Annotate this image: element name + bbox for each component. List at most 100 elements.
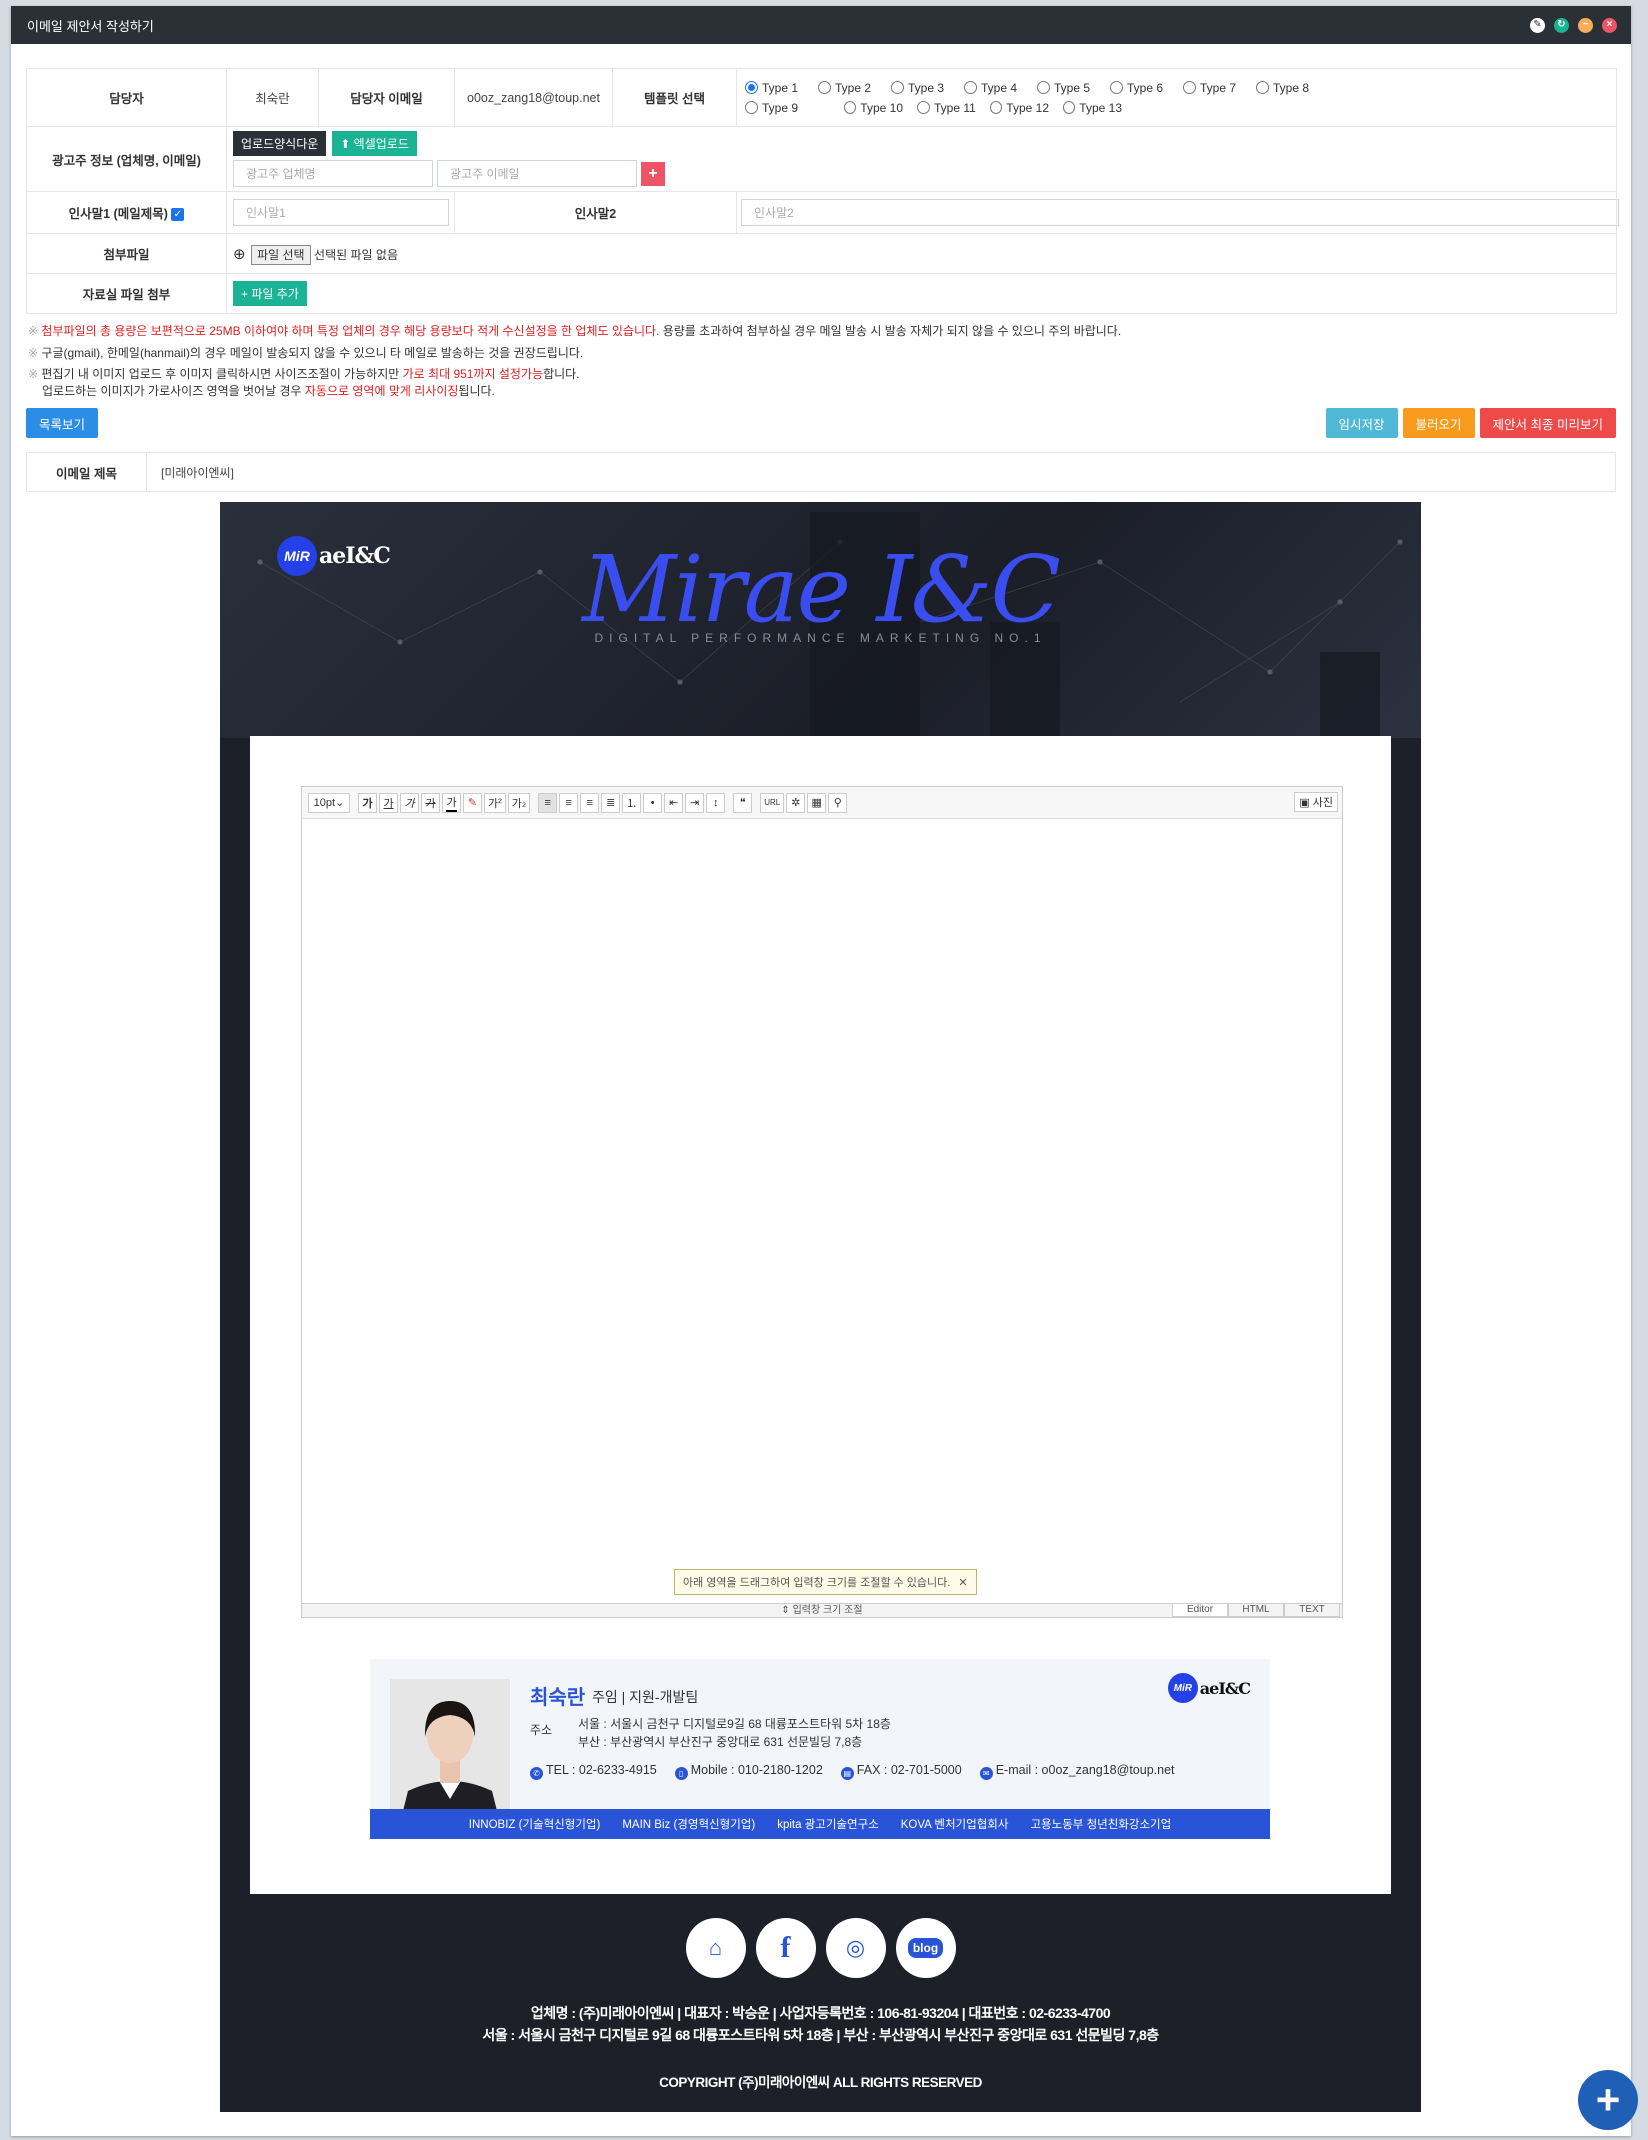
mode-text-tab[interactable]: TEXT <box>1284 1603 1340 1617</box>
find-icon[interactable]: ⚲ <box>828 792 848 813</box>
note-line-1-red: 첨부파일의 총 용량은 보편적으로 25MB 이하여야 하며 특정 업체의 경우… <box>41 324 660 338</box>
email-preview: MiR aeI&C Mirae I&C DIGITAL PERFORMANCE … <box>220 502 1421 2112</box>
align-right-icon[interactable]: ≡ <box>580 792 600 813</box>
signature-mobile: ▯ Mobile : 010-2180-1202 <box>674 1763 823 1780</box>
floating-add-button[interactable]: + <box>1578 2070 1638 2130</box>
superscript-button[interactable]: 가² <box>484 792 506 813</box>
close-icon[interactable]: × <box>1602 17 1617 33</box>
strike-label: 가 <box>425 797 436 810</box>
list-button[interactable]: 목록보기 <box>26 408 99 438</box>
advertiser-name-input[interactable]: 광고주 업체명 <box>233 160 433 187</box>
note-line-3-b: 합니다. <box>543 367 580 381</box>
proposal-form-table: 담당자 최숙란 담당자 이메일 o0oz_zang18@toup.net 템플릿… <box>26 68 1619 314</box>
template-radio-5[interactable]: Type 5 <box>1037 81 1096 95</box>
minimize-icon[interactable]: − <box>1578 17 1593 33</box>
refresh-icon[interactable]: ↻ <box>1554 17 1569 33</box>
load-button[interactable]: 불러오기 <box>1402 408 1475 438</box>
photo-icon: ▣ <box>1299 796 1310 809</box>
signature-address-seoul: 서울 : 서울시 금천구 디지털로9길 68 대륭포스트타워 5차 18층 <box>578 1717 891 1731</box>
radio-circle-icon <box>1183 81 1196 94</box>
add-circle-icon[interactable]: ⊕ <box>233 246 246 263</box>
signature-fax: ▤ FAX : 02-701-5000 <box>840 1763 962 1780</box>
font-size-select[interactable]: 10pt ⌄ <box>308 792 350 813</box>
cert-kpita: kpita 광고기술연구소 <box>777 1819 879 1831</box>
blog-icon[interactable]: blog <box>895 1918 956 1978</box>
excel-upload-button[interactable]: ⬆ 엑셀업로드 <box>332 131 417 156</box>
mode-editor-tab[interactable]: Editor <box>1172 1603 1228 1617</box>
template-radio-label: Type 5 <box>1054 80 1091 95</box>
template-radio-3[interactable]: Type 3 <box>891 81 950 95</box>
note-mark: ※ <box>28 367 39 381</box>
radio-circle-icon <box>745 81 758 94</box>
photo-button[interactable]: ▣ 사진 <box>1294 792 1338 812</box>
pin-icon[interactable]: ✎ <box>1530 17 1545 33</box>
ordered-list-icon[interactable]: ⒈ <box>622 792 642 813</box>
add-file-label: 파일 추가 <box>251 287 299 301</box>
upload-form-download-button[interactable]: 업로드양식다운 <box>233 131 327 156</box>
strikethrough-button[interactable]: 가 <box>421 792 440 813</box>
unordered-list-icon[interactable]: • <box>643 792 663 813</box>
cert-kova: KOVA 벤처기업협회사 <box>900 1819 1009 1831</box>
template-radio-10[interactable]: Type 10 <box>844 101 903 115</box>
add-advertiser-button[interactable]: + <box>641 161 665 186</box>
template-radio-9[interactable]: Type 9 <box>745 101 804 115</box>
mode-html-tab[interactable]: HTML <box>1228 1603 1284 1617</box>
note-line-4: 업로드하는 이미지가 가로사이즈 영역을 벗어날 경우 자동으로 영역에 맞게 … <box>28 383 1616 400</box>
preview-hero: MiR aeI&C Mirae I&C DIGITAL PERFORMANCE … <box>220 502 1421 738</box>
outdent-icon[interactable]: ⇤ <box>664 792 684 813</box>
link-icon[interactable]: URL <box>760 792 785 813</box>
brand-title: Mirae I&C <box>582 536 1061 643</box>
quote-icon[interactable]: ❝ <box>733 792 753 813</box>
superscript-label: 가 <box>488 797 499 810</box>
final-preview-button[interactable]: 제안서 최종 미리보기 <box>1479 408 1616 438</box>
template-radio-label: Type 9 <box>762 100 799 115</box>
bold-button[interactable]: 가 <box>358 792 377 813</box>
subscript-button[interactable]: 가₂ <box>507 792 531 813</box>
rich-text-editor[interactable]: 10pt ⌄ 가 가 가 가 가 ✎ 가² 가₂ ≡ ≡ ≡ ≣ ⒈ • ⇤ ⇥… <box>301 786 1343 1618</box>
signature-address-busan: 부산 : 부산광역시 부산진구 중앙대로 631 선문빌딩 7,8층 <box>578 1735 863 1749</box>
template-radio-12[interactable]: Type 12 <box>990 101 1049 115</box>
underline-button[interactable]: 가 <box>379 792 398 813</box>
email-subject-row: 이메일 제목 [미래아이엔씨] <box>26 452 1616 492</box>
italic-button[interactable]: 가 <box>400 792 419 813</box>
greeting2-cell: 인사말2 <box>736 191 1619 234</box>
radio-circle-icon <box>844 101 857 114</box>
greeting1-input[interactable]: 인사말1 <box>233 199 449 226</box>
table-icon[interactable]: ▦ <box>807 792 827 813</box>
align-center-icon[interactable]: ≡ <box>559 792 579 813</box>
template-radio-8[interactable]: Type 8 <box>1256 81 1315 95</box>
footer-company-info: 업체명 : (주)미래아이엔씨 | 대표자 : 박승운 | 사업자등록번호 : … <box>530 2005 1111 2021</box>
temp-save-button[interactable]: 임시저장 <box>1325 408 1398 438</box>
indent-icon[interactable]: ⇥ <box>685 792 705 813</box>
greeting2-input[interactable]: 인사말2 <box>741 199 1619 226</box>
signature-mobile-text: Mobile : 010-2180-1202 <box>690 1763 823 1777</box>
add-file-button[interactable]: + 파일 추가 <box>233 281 307 306</box>
email-subject-value[interactable]: [미래아이엔씨] <box>147 464 234 481</box>
align-left-icon[interactable]: ≡ <box>538 792 558 813</box>
template-radio-4[interactable]: Type 4 <box>964 81 1023 95</box>
template-radio-13[interactable]: Type 13 <box>1063 101 1122 115</box>
align-justify-icon[interactable]: ≣ <box>601 792 621 813</box>
template-radio-11[interactable]: Type 11 <box>917 101 976 115</box>
home-icon[interactable]: ⌂ <box>685 1918 746 1978</box>
upload-icon: ⬆ <box>340 137 354 151</box>
template-radio-1[interactable]: Type 1 <box>745 81 804 95</box>
greeting1-checkbox[interactable]: ✓ <box>171 208 185 222</box>
close-tooltip-icon[interactable]: ✕ <box>958 1576 967 1589</box>
file-select-button[interactable]: 파일 선택 <box>251 244 311 265</box>
template-radio-6[interactable]: Type 6 <box>1110 81 1169 95</box>
facebook-icon[interactable]: f <box>755 1918 816 1978</box>
blog-label: blog <box>907 1938 944 1958</box>
italic-label: 가 <box>404 797 415 810</box>
line-height-icon[interactable]: ↕ <box>706 792 726 813</box>
fax-icon: ▤ <box>840 1767 854 1780</box>
advertiser-email-input[interactable]: 광고주 이메일 <box>437 160 637 187</box>
instagram-icon[interactable]: ◎ <box>825 1918 886 1978</box>
template-radio-7[interactable]: Type 7 <box>1183 81 1242 95</box>
template-radio-2[interactable]: Type 2 <box>818 81 877 95</box>
highlight-button[interactable]: ✎ <box>463 792 482 813</box>
special-char-icon[interactable]: ✲ <box>786 792 806 813</box>
font-color-button[interactable]: 가 <box>442 792 461 813</box>
attachment-cell: ⊕ 파일 선택 선택된 파일 없음 <box>226 233 1617 274</box>
footer-address-info: 서울 : 서울시 금천구 디지털로 9길 68 대륭포스트타워 5차 18층 |… <box>482 2027 1159 2043</box>
